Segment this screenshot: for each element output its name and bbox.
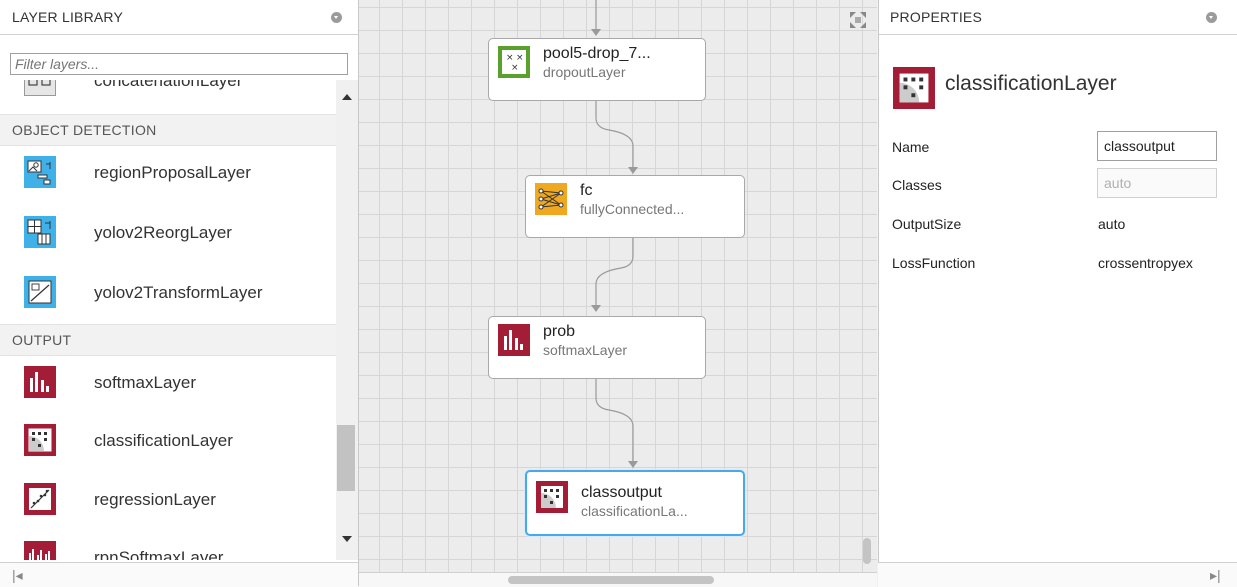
properties-footer: ▸| xyxy=(878,562,1237,587)
node-name: fc xyxy=(580,182,593,199)
node-name: pool5-drop_7... xyxy=(543,45,651,62)
list-item-concatenation[interactable]: concatenationLayer xyxy=(0,80,336,110)
node-name: classoutput xyxy=(581,484,662,501)
prop-key-name: Name xyxy=(892,139,930,155)
list-item-classification[interactable]: classificationLayer xyxy=(0,412,336,470)
properties-title: PROPERTIES xyxy=(890,9,982,25)
svg-text:×: × xyxy=(506,53,514,63)
classification-icon xyxy=(24,424,56,456)
regression-icon xyxy=(24,483,56,515)
svg-text:×: × xyxy=(511,63,519,73)
fully-connected-icon xyxy=(535,183,567,215)
svg-text:×: × xyxy=(516,53,524,63)
list-item-label: regionProposalLayer xyxy=(94,163,251,182)
collapse-right-icon[interactable]: ▸| xyxy=(1210,567,1221,584)
classification-icon xyxy=(536,481,568,513)
list-item-softmax[interactable]: softmaxLayer xyxy=(0,354,336,412)
prop-value-loss-function: crossentropyex xyxy=(1098,255,1193,271)
list-item-label: rpnSoftmaxLayer xyxy=(94,548,224,560)
scroll-down-icon[interactable] xyxy=(342,536,352,542)
layer-node-dropout[interactable]: × × × pool5-drop_7... dropoutLayer xyxy=(488,38,706,101)
prop-key-loss-function: LossFunction xyxy=(892,255,976,271)
node-name: prob xyxy=(543,323,576,340)
layer-library-list: concatenationLayer OBJECT DETECTION regi… xyxy=(0,80,336,560)
prop-value-output-size: auto xyxy=(1098,216,1126,232)
filter-layers-input[interactable] xyxy=(10,53,348,75)
prop-key-output-size: OutputSize xyxy=(892,216,962,232)
panel-menu-icon[interactable] xyxy=(1206,12,1217,23)
dropout-icon: × × × xyxy=(498,46,530,78)
layer-node-classoutput[interactable]: classoutput classificationLa... xyxy=(525,470,745,536)
list-item-yolov2-transform[interactable]: yolov2TransformLayer xyxy=(0,264,336,322)
properties-layer-type: classificationLayer xyxy=(945,72,1117,95)
layer-library-header: LAYER LIBRARY xyxy=(0,0,358,35)
rpn-softmax-icon xyxy=(24,541,56,560)
concatenation-icon xyxy=(24,80,56,96)
softmax-icon xyxy=(24,366,56,398)
properties-header: PROPERTIES xyxy=(879,0,1237,35)
list-item-regression[interactable]: regressionLayer xyxy=(0,471,336,529)
expand-icon[interactable] xyxy=(850,12,866,28)
canvas-horizontal-scrollbar-thumb[interactable] xyxy=(508,576,714,584)
layer-node-prob[interactable]: prob softmaxLayer xyxy=(488,316,706,379)
prop-key-classes: Classes xyxy=(892,177,942,193)
library-footer: |◂ xyxy=(0,562,358,587)
list-item-yolov2-reorg[interactable]: yolov2ReorgLayer xyxy=(0,204,336,262)
category-label: OUTPUT xyxy=(12,332,72,348)
classification-icon xyxy=(893,67,935,109)
network-canvas[interactable]: × × × pool5-drop_7... dropoutLayer fc fu… xyxy=(359,0,877,572)
node-type: dropoutLayer xyxy=(543,64,626,80)
list-item-label: yolov2TransformLayer xyxy=(94,283,263,302)
scroll-up-icon[interactable] xyxy=(342,94,352,100)
list-item-label: softmaxLayer xyxy=(94,373,197,392)
panel-menu-icon[interactable] xyxy=(331,12,342,23)
region-proposal-icon xyxy=(24,156,56,188)
list-item-label: regressionLayer xyxy=(94,490,216,509)
node-type: fullyConnected... xyxy=(580,201,685,217)
yolov2-reorg-icon xyxy=(24,216,56,248)
canvas-vertical-scrollbar-thumb[interactable] xyxy=(863,538,871,564)
list-item-label: classificationLayer xyxy=(94,431,233,450)
collapse-left-icon[interactable]: |◂ xyxy=(12,567,23,584)
node-type: softmaxLayer xyxy=(543,342,628,358)
category-output: OUTPUT xyxy=(0,324,336,356)
layer-library-title: LAYER LIBRARY xyxy=(12,9,124,25)
category-label: OBJECT DETECTION xyxy=(12,122,157,138)
layer-node-fc[interactable]: fc fullyConnected... xyxy=(525,175,745,238)
yolov2-transform-icon xyxy=(24,276,56,308)
classes-field xyxy=(1097,168,1217,198)
category-object-detection: OBJECT DETECTION xyxy=(0,114,336,146)
name-field[interactable] xyxy=(1097,131,1217,161)
node-type: classificationLa... xyxy=(581,503,688,519)
list-item-label: yolov2ReorgLayer xyxy=(94,223,232,242)
softmax-icon xyxy=(498,324,530,356)
list-item-region-proposal[interactable]: regionProposalLayer xyxy=(0,144,336,202)
library-scrollbar-thumb[interactable] xyxy=(337,425,355,491)
list-item-label: concatenationLayer xyxy=(94,80,243,90)
list-item-rpn-softmax[interactable]: rpnSoftmaxLayer xyxy=(0,529,336,560)
